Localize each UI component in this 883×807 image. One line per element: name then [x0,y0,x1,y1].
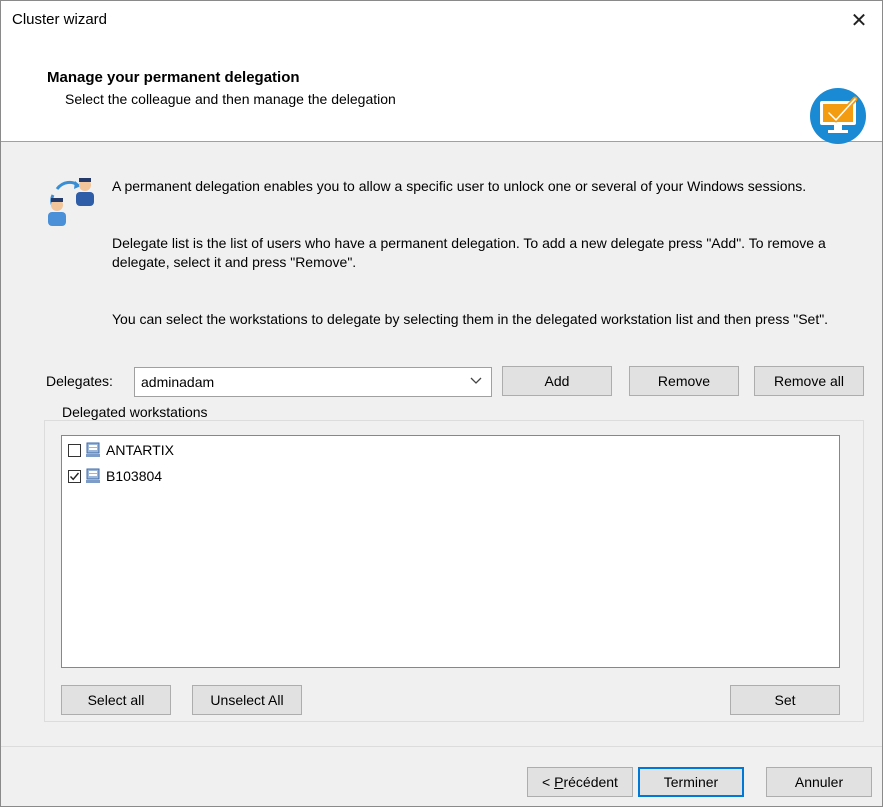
workstation-name: ANTARTIX [106,442,174,458]
close-button[interactable]: ✕ [836,1,882,39]
info-paragraph-2: Delegate list is the list of users who h… [112,235,826,270]
add-delegate-button[interactable]: Add [502,366,612,396]
delegates-label: Delegates: [46,373,113,389]
workstation-name: B103804 [106,468,163,484]
close-icon: ✕ [850,9,868,32]
info-paragraph-1: A permanent delegation enables you to al… [112,178,807,194]
unselect-all-button[interactable]: Unselect All [192,685,302,715]
list-item[interactable]: ANTARTIX [68,440,174,460]
wizard-window: Cluster wizard ✕ Manage your permanent d… [0,0,883,807]
list-item[interactable]: B103804 [68,466,162,486]
monitor-check-logo-icon [810,88,866,144]
workstation-checkbox-antartix[interactable] [68,443,81,457]
back-button[interactable]: < Précédent [527,767,633,797]
finish-button[interactable]: Terminer [638,767,744,797]
delegation-users-icon [48,178,94,226]
wizard-header: Manage your permanent delegation Select … [1,39,882,144]
delegates-selected-value: adminadam [141,374,215,390]
workstation-list[interactable]: ANTARTIX B103804 [61,435,840,668]
set-button[interactable]: Set [730,685,840,715]
page-subtitle: Select the colleague and then manage the… [65,91,396,107]
back-button-prefix: < [542,774,555,790]
remove-delegate-button[interactable]: Remove [629,366,739,396]
select-all-button[interactable]: Select all [61,685,171,715]
footer-separator [1,746,882,747]
delegates-dropdown[interactable]: adminadam [134,367,492,397]
info-paragraph-3: You can select the workstations to deleg… [112,311,829,327]
back-button-mnemonic: P [554,774,564,790]
back-button-label: récédent [563,774,618,790]
remove-all-delegates-button[interactable]: Remove all [754,366,864,396]
cancel-button[interactable]: Annuler [766,767,872,797]
delegated-workstations-label: Delegated workstations [60,404,210,420]
chevron-down-icon [470,377,482,384]
workstation-icon [86,442,100,457]
window-title: Cluster wizard [12,11,108,28]
workstation-icon [86,468,100,483]
checkmark-icon [69,472,80,480]
page-title: Manage your permanent delegation [47,69,300,86]
workstation-checkbox-b103804[interactable] [68,469,81,483]
title-bar: Cluster wizard ✕ [1,1,882,39]
